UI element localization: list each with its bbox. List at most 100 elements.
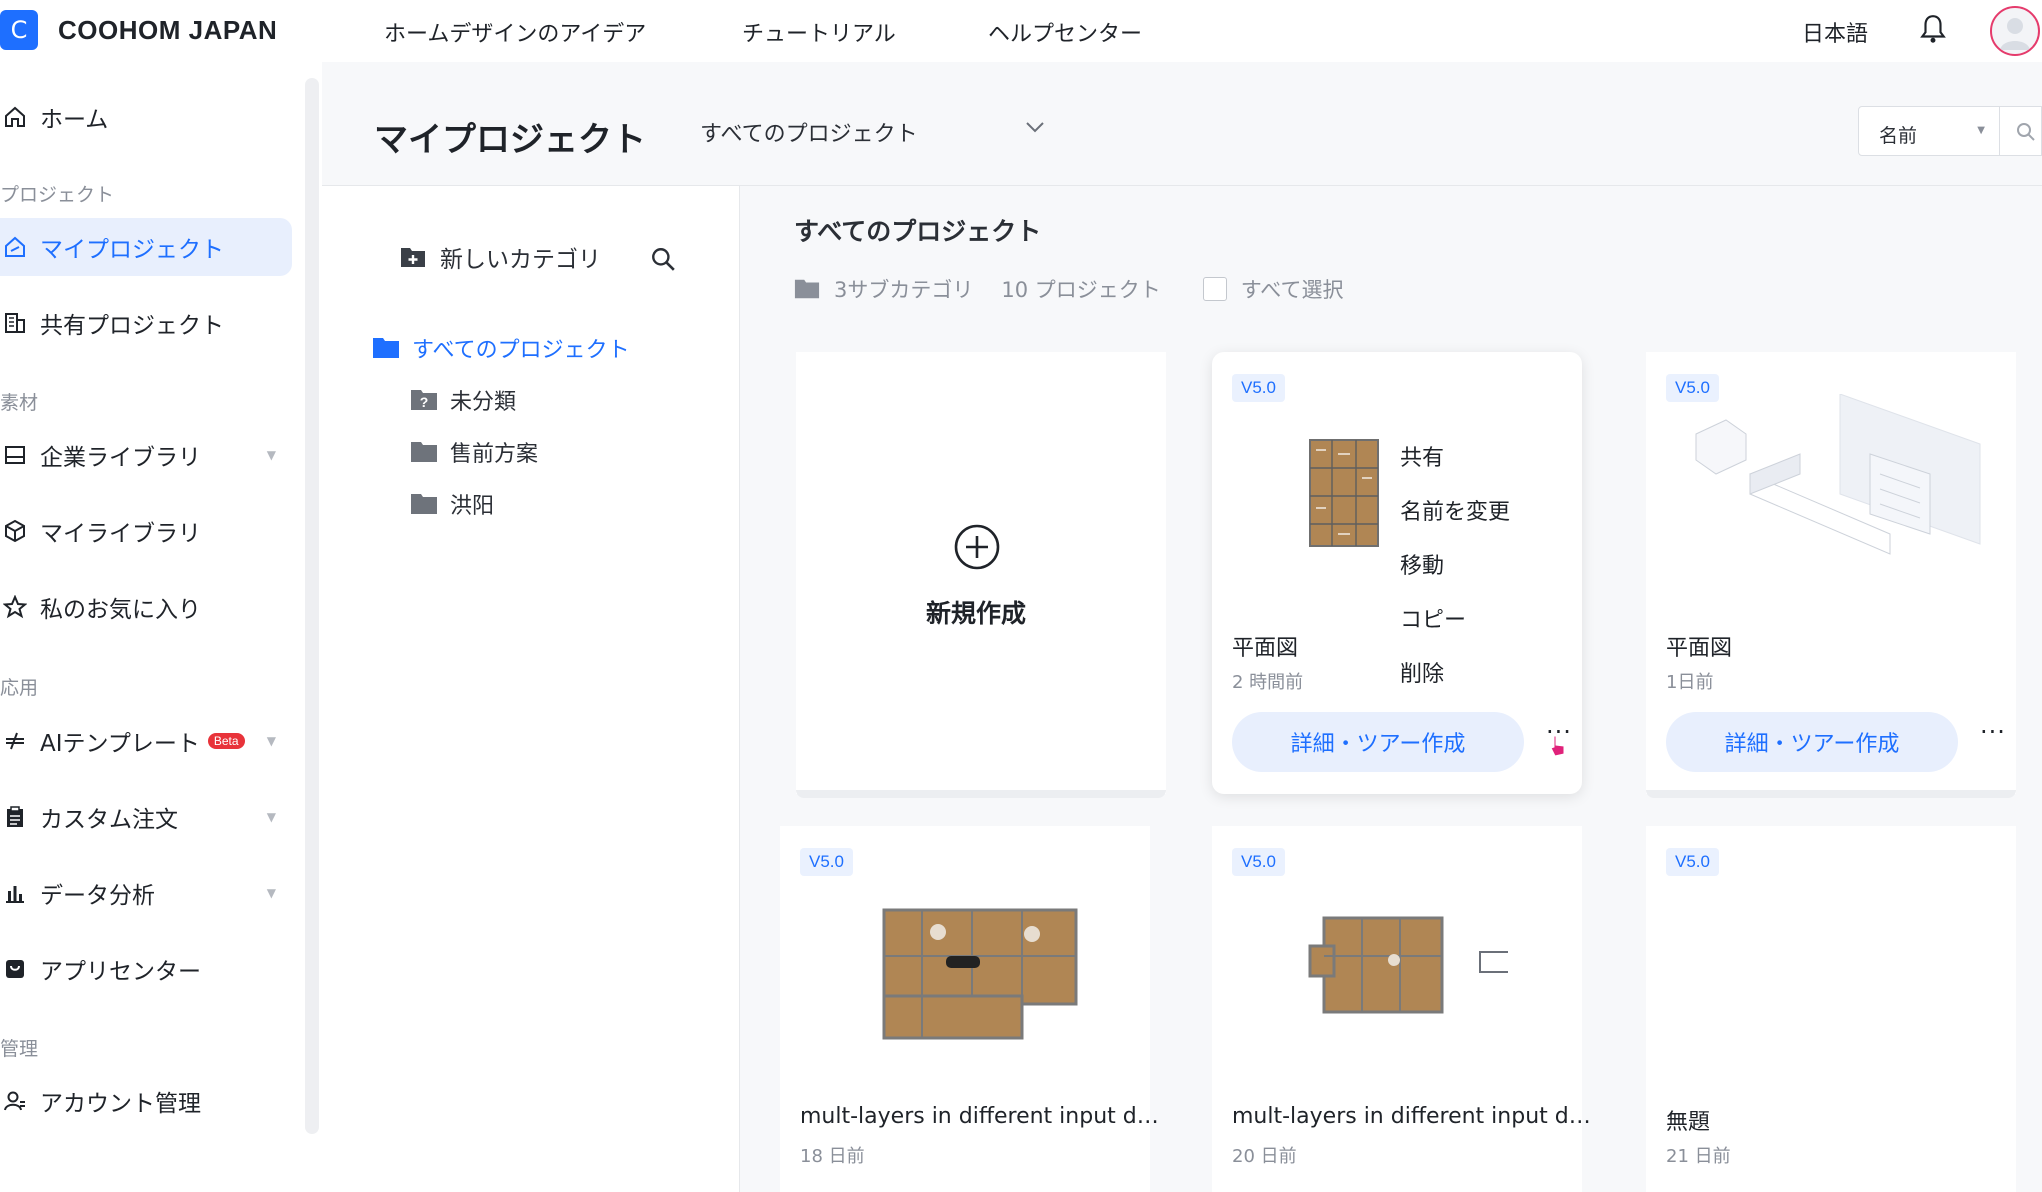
plus-circle-icon[interactable] <box>954 524 1000 570</box>
new-project-card[interactable] <box>796 352 1166 798</box>
bar-chart-icon <box>2 880 28 906</box>
menu-item-rename[interactable]: 名前を変更 <box>1400 494 1510 526</box>
nav-home-design-ideas[interactable]: ホームデザインのアイデア <box>384 16 646 48</box>
folder-icon <box>411 494 437 514</box>
search-input[interactable] <box>2000 106 2042 156</box>
user-avatar[interactable] <box>1990 6 2040 56</box>
sidebar-item-account-admin[interactable]: アカウント管理 <box>0 1072 292 1130</box>
nav-help-center[interactable]: ヘルプセンター <box>988 16 1142 48</box>
tree-item-hongyang[interactable]: 洪阳 <box>410 488 494 520</box>
version-badge: V5.0 <box>800 848 853 876</box>
top-bar: C COOHOM JAPAN ホームデザインのアイデア チュートリアル ヘルプセ… <box>0 0 2042 62</box>
project-count: 10 プロジェクト <box>1001 278 1161 302</box>
new-category-button[interactable]: 新しいカテゴリ <box>400 240 601 274</box>
sidebar-item-home[interactable]: ホーム <box>0 88 292 146</box>
stair-icon <box>1479 951 1508 973</box>
sidebar-item-shared-projects[interactable]: 共有プロジェクト <box>0 294 292 352</box>
menu-item-share[interactable]: 共有 <box>1400 440 1444 472</box>
sidebar-item-label: ホーム <box>40 107 109 133</box>
folder-add-icon <box>401 248 425 267</box>
project-card[interactable]: V5.0 mult-layers in different input d… 2… <box>1212 826 1591 1192</box>
tree-item-label: すべてのプロジェクト <box>412 338 630 363</box>
sidebar-item-favorites[interactable]: 私のお気に入り <box>0 578 292 636</box>
tree-item-all-projects[interactable]: すべてのプロジェクト <box>372 332 630 364</box>
sidebar-item-app-center[interactable]: アプリセンター <box>0 940 292 998</box>
svg-text:?: ? <box>420 394 429 410</box>
content-title: すべてのプロジェクト <box>794 217 1042 246</box>
menu-item-copy[interactable]: コピー <box>1400 602 1466 634</box>
user-settings-icon <box>2 1088 28 1114</box>
more-options-icon[interactable]: ··· <box>1980 718 2006 746</box>
project-filter-select[interactable]: すべてのプロジェクト <box>700 116 918 148</box>
project-time: 18 日前 <box>800 1146 865 1167</box>
project-name: mult-layers in different input d… <box>1232 1104 1591 1129</box>
logo-icon[interactable]: C <box>0 10 38 50</box>
new-create-label[interactable]: 新規作成 <box>926 594 1026 630</box>
card-bottom-strip <box>796 790 1166 798</box>
chevron-down-icon[interactable] <box>1024 116 1046 138</box>
beta-badge: Beta <box>207 733 245 749</box>
sidebar-item-enterprise-library[interactable]: 企業ライブラリ ▼ <box>0 426 292 484</box>
clipboard-icon <box>2 804 28 830</box>
bell-icon[interactable] <box>1920 14 1946 44</box>
folder-icon <box>373 338 399 358</box>
tree-item-presale[interactable]: 售前方案 <box>410 436 538 468</box>
sidebar-item-ai-template[interactable]: AIテンプレート Beta ▼ <box>0 712 292 770</box>
project-time: 21 日前 <box>1666 1146 1731 1167</box>
library-icon <box>2 442 28 468</box>
brand-name[interactable]: COOHOM JAPAN <box>58 15 277 46</box>
tree-item-label: 洪阳 <box>450 494 495 519</box>
language-selector[interactable]: 日本語 <box>1802 16 1868 48</box>
menu-item-delete[interactable]: 削除 <box>1400 656 1444 688</box>
sidebar-item-label: 共有プロジェクト <box>40 313 224 339</box>
sidebar-item-label: アプリセンター <box>40 959 201 985</box>
shopping-bag-icon <box>2 956 28 982</box>
project-time: 2 時間前 <box>1232 672 1304 693</box>
project-icon <box>2 234 28 260</box>
sidebar-item-data-analysis[interactable]: データ分析 ▼ <box>0 864 292 922</box>
home-icon <box>2 104 28 130</box>
card-bottom-strip <box>1646 790 2016 798</box>
version-badge: V5.0 <box>1666 848 1719 876</box>
detail-tour-button[interactable]: 詳細・ツアー作成 <box>1666 712 1958 772</box>
floorplan-thumbnail <box>882 908 1078 1040</box>
project-time: 20 日前 <box>1232 1146 1297 1167</box>
tree-item-label: 未分類 <box>450 390 517 415</box>
search-icon[interactable] <box>650 246 676 272</box>
project-name: 平面図 <box>1666 636 1733 661</box>
version-badge: V5.0 <box>1232 848 1285 876</box>
page-title: マイプロジェクト <box>374 120 646 160</box>
caret-down-icon: ▼ <box>1977 125 1985 136</box>
sidebar-item-label: マイプロジェクト <box>40 237 224 263</box>
tree-item-uncategorized[interactable]: ? 未分類 <box>410 384 516 416</box>
project-name: 平面図 <box>1232 636 1299 661</box>
building-icon <box>2 310 28 336</box>
nav-tutorial[interactable]: チュートリアル <box>742 16 896 48</box>
select-all-checkbox[interactable] <box>1202 277 1227 301</box>
room-3d-thumbnail <box>1695 394 1981 555</box>
project-card[interactable]: V5.0 平面図 1日前 詳細・ツアー作成 ··· <box>1646 352 2016 798</box>
floorplan-thumbnail <box>1308 916 1444 1014</box>
project-name: 無題 <box>1666 1110 1711 1135</box>
sidebar-item-label: 私のお気に入り <box>40 597 201 623</box>
subcategory-count: 3サブカテゴリ <box>834 278 974 302</box>
project-card[interactable]: V5.0 mult-layers in different input d… 1… <box>780 826 1159 1192</box>
sort-select[interactable]: 名前 ▼ <box>1858 106 2000 156</box>
tree-item-label: 售前方案 <box>450 442 539 467</box>
project-card[interactable]: V5.0 平面図 2 時間前 詳細・ツアー作成 ··· <box>1212 352 1582 794</box>
sidebar-scrollbar[interactable] <box>305 78 319 1134</box>
chevron-down-icon: ▼ <box>266 886 276 900</box>
menu-item-move[interactable]: 移動 <box>1400 548 1444 580</box>
sidebar-section-admin: 管理 <box>0 1038 39 1060</box>
project-card[interactable]: V5.0 無題 21 日前 <box>1646 826 2016 1192</box>
detail-tour-button[interactable]: 詳細・ツアー作成 <box>1232 712 1524 772</box>
folder-icon <box>794 279 820 299</box>
sidebar-section-project: プロジェクト <box>0 184 115 206</box>
sidebar-item-custom-order[interactable]: カスタム注文 ▼ <box>0 788 292 846</box>
lightning-icon <box>2 728 28 754</box>
project-time: 1日前 <box>1666 672 1714 693</box>
sidebar-item-my-library[interactable]: マイライブラリ <box>0 502 292 560</box>
select-all-label[interactable]: すべて選択 <box>1241 274 1344 304</box>
sidebar-item-my-projects[interactable]: マイプロジェクト <box>0 218 292 276</box>
sidebar-item-label: カスタム注文 <box>40 807 178 833</box>
